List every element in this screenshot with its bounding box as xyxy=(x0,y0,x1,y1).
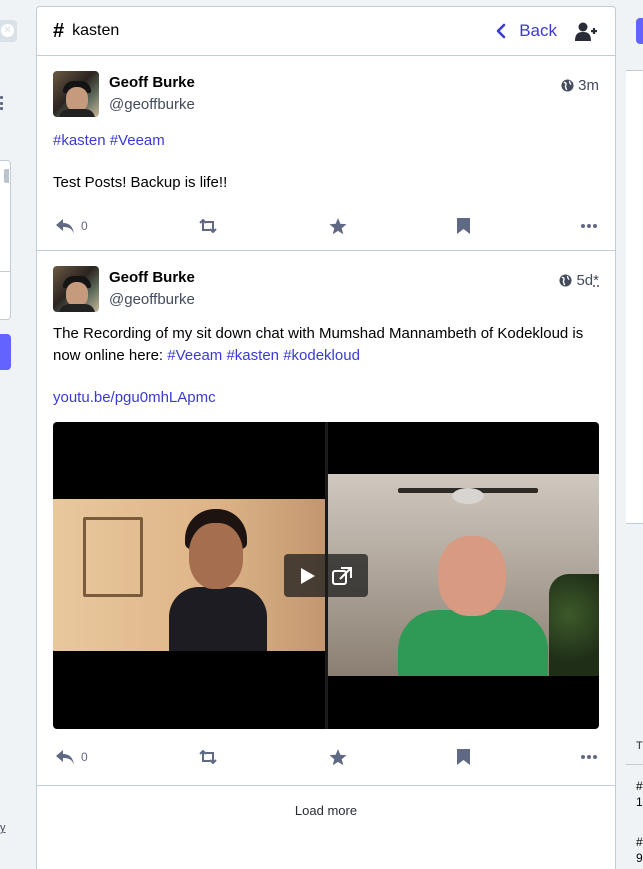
video-right-pane xyxy=(328,474,599,676)
chevron-left-icon xyxy=(496,23,506,39)
globe-icon xyxy=(559,274,573,287)
trend-item[interactable]: # 1 xyxy=(636,778,643,810)
hashtag-link[interactable]: #Veeam xyxy=(110,132,165,149)
trend-item[interactable]: # 9 xyxy=(636,834,643,866)
user-plus-icon[interactable] xyxy=(575,22,597,42)
ellipsis-icon xyxy=(581,224,597,228)
more-options-icon[interactable] xyxy=(0,96,3,110)
status-action-bar: 0 xyxy=(53,729,599,785)
column-title: kasten xyxy=(72,22,120,39)
external-link-icon[interactable] xyxy=(332,566,352,585)
account-handle: @geoffburke xyxy=(109,291,195,308)
hashtag-column: # kasten Back Geoff Burke @geoffburke 3m… xyxy=(36,6,616,869)
more-button[interactable] xyxy=(581,224,597,228)
hashtag-link[interactable]: #kasten xyxy=(226,347,279,364)
right-top-button[interactable] xyxy=(636,18,643,44)
left-column: ✕ y xyxy=(0,0,28,869)
status-header: Geoff Burke @geoffburke xyxy=(53,71,599,119)
boost-button[interactable] xyxy=(198,219,218,233)
avatar[interactable] xyxy=(53,266,99,312)
emoji-icon[interactable] xyxy=(4,169,9,183)
column-header: # kasten Back xyxy=(37,7,615,56)
right-card xyxy=(626,70,643,524)
status-card[interactable]: Geoff Burke @geoffburke 3m #kasten #Veea… xyxy=(37,56,615,251)
status-time: 5d xyxy=(576,272,594,289)
back-button[interactable]: Back xyxy=(495,21,557,41)
reply-icon xyxy=(56,749,74,765)
hashtag-link[interactable]: #kodekloud xyxy=(283,347,360,364)
status-account[interactable]: Geoff Burke @geoffburke xyxy=(109,266,195,314)
status-text: Test Posts! Backup is life!! xyxy=(53,174,228,191)
status-card[interactable]: Geoff Burke @geoffburke 5d * The Recordi… xyxy=(37,251,615,786)
display-name: Geoff Burke xyxy=(109,269,195,286)
back-label: Back xyxy=(519,21,557,40)
bookmark-icon xyxy=(457,749,471,765)
close-column-button[interactable]: ✕ xyxy=(0,20,17,42)
status-account[interactable]: Geoff Burke @geoffburke xyxy=(109,71,195,119)
status-header: Geoff Burke @geoffburke xyxy=(53,266,599,314)
display-name: Geoff Burke xyxy=(109,74,195,91)
external-link[interactable]: youtu.be/pgu0mhLApmc xyxy=(53,389,216,406)
bookmark-button[interactable] xyxy=(457,218,471,234)
globe-icon xyxy=(561,79,574,92)
favourite-button[interactable] xyxy=(329,217,347,235)
edited-marker[interactable]: * xyxy=(593,272,599,289)
publish-button[interactable] xyxy=(0,334,11,370)
trend-hashtag: # xyxy=(636,835,643,849)
favourite-button[interactable] xyxy=(329,748,347,766)
video-controls xyxy=(284,554,368,597)
status-content: The Recording of my sit down chat with M… xyxy=(53,323,599,409)
status-meta[interactable]: 3m xyxy=(561,77,599,94)
account-handle: @geoffburke xyxy=(109,96,195,113)
reply-icon xyxy=(56,218,74,234)
avatar[interactable] xyxy=(53,71,99,117)
star-icon xyxy=(329,748,347,765)
video-embed[interactable] xyxy=(53,422,599,729)
status-action-bar: 0 xyxy=(53,202,599,250)
divider xyxy=(626,764,643,765)
close-icon: ✕ xyxy=(1,24,14,37)
status-content: #kasten #Veeam Test Posts! Backup is lif… xyxy=(53,130,599,194)
footer-link[interactable]: y xyxy=(0,822,6,834)
hashtag-link[interactable]: #Veeam xyxy=(167,347,222,364)
reply-button[interactable]: 0 xyxy=(55,218,88,235)
reply-button[interactable]: 0 xyxy=(55,749,88,766)
bookmark-icon xyxy=(457,218,471,234)
play-icon[interactable] xyxy=(300,567,316,585)
trend-hashtag: # xyxy=(636,779,643,793)
trend-count: 9 xyxy=(636,851,643,865)
trends-label: T xyxy=(636,740,643,752)
status-time: 3m xyxy=(578,77,599,94)
hashtag-icon: # xyxy=(53,19,65,42)
compose-card[interactable] xyxy=(0,160,11,320)
retweet-icon xyxy=(199,750,217,764)
load-more-button[interactable]: Load more xyxy=(37,786,615,834)
bookmark-button[interactable] xyxy=(457,749,471,765)
ellipsis-icon xyxy=(581,755,597,759)
right-column: T # 1 # 9 xyxy=(626,0,643,869)
boost-button[interactable] xyxy=(198,750,218,764)
status-meta[interactable]: 5d * xyxy=(559,272,599,289)
hashtag-link[interactable]: #kasten xyxy=(53,132,106,149)
reply-count: 0 xyxy=(81,750,88,764)
more-button[interactable] xyxy=(581,755,597,759)
reply-count: 0 xyxy=(81,219,88,233)
trend-count: 1 xyxy=(636,795,643,809)
star-icon xyxy=(329,217,347,234)
divider xyxy=(0,271,11,272)
retweet-icon xyxy=(199,219,217,233)
